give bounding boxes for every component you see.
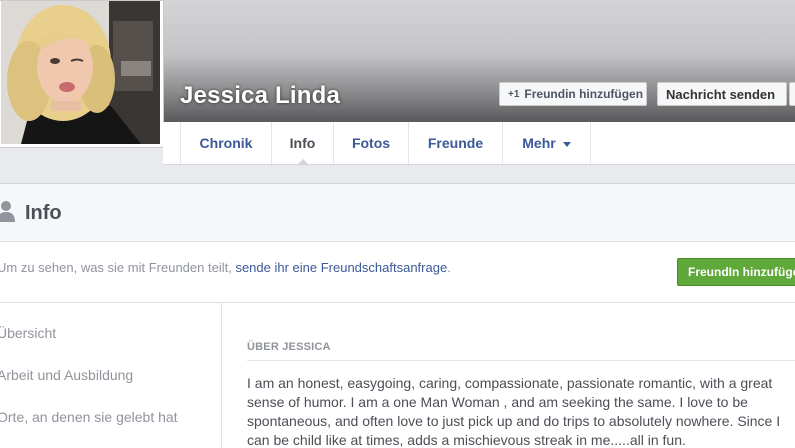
add-friend-green-button[interactable]: FreundIn hinzufügen [677, 258, 795, 286]
friend-prompt-prefix: Um zu sehen, was sie mit Freunden teilt, [0, 260, 236, 275]
more-options-button[interactable] [789, 82, 795, 106]
about-divider [247, 360, 795, 361]
profile-tab-bar: Chronik Info Fotos Freunde Mehr [163, 122, 795, 165]
profile-picture[interactable] [0, 0, 164, 148]
chevron-down-icon [562, 141, 571, 147]
info-header: Info [0, 184, 795, 242]
add-friend-label: Freundin hinzufügen [524, 87, 644, 101]
profile-name[interactable]: Jessica Linda [180, 82, 340, 110]
friend-request-link[interactable]: sende ihr eine Freundschaftsanfrage [235, 260, 447, 275]
info-panel: Info Um zu sehen, was sie mit Freunden t… [0, 183, 795, 448]
send-message-button[interactable]: Nachricht senden [657, 82, 787, 106]
tab-chronik-label: Chronik [199, 135, 253, 151]
tab-mehr-label: Mehr [522, 135, 556, 151]
tab-info-label: Info [289, 135, 316, 151]
tab-freunde-label: Freunde [427, 135, 484, 151]
send-message-label: Nachricht senden [666, 86, 776, 102]
friend-request-row: Um zu sehen, was sie mit Freunden teilt,… [0, 242, 795, 303]
add-friend-green-label: FreundIn hinzufügen [688, 265, 795, 279]
friend-prompt-suffix: . [447, 260, 451, 275]
tab-chronik[interactable]: Chronik [180, 122, 271, 164]
add-friend-button[interactable]: +1 Freundin hinzufügen [499, 82, 647, 106]
side-nav-places-lived[interactable]: Orte, an denen sie gelebt hat [0, 409, 178, 425]
tab-fotos[interactable]: Fotos [333, 122, 408, 164]
tab-freunde[interactable]: Freunde [408, 122, 502, 164]
tab-mehr[interactable]: Mehr [502, 122, 591, 164]
info-title: Info [25, 202, 62, 224]
about-heading: ÜBER JESSICA [247, 341, 331, 353]
profile-photo-image [1, 1, 160, 144]
side-nav-work-education[interactable]: Arbeit und Ausbildung [0, 367, 133, 383]
info-side-nav: Übersicht Arbeit und Ausbildung Orte, an… [0, 303, 222, 448]
side-nav-overview[interactable]: Übersicht [0, 325, 56, 341]
tab-info[interactable]: Info [271, 122, 333, 165]
person-icon [0, 201, 15, 222]
about-text: I am an honest, easygoing, caring, compa… [247, 375, 781, 448]
friend-request-prompt: Um zu sehen, was sie mit Freunden teilt,… [0, 260, 451, 275]
add-friend-icon: +1 [508, 88, 520, 100]
tab-fotos-label: Fotos [351, 135, 391, 151]
